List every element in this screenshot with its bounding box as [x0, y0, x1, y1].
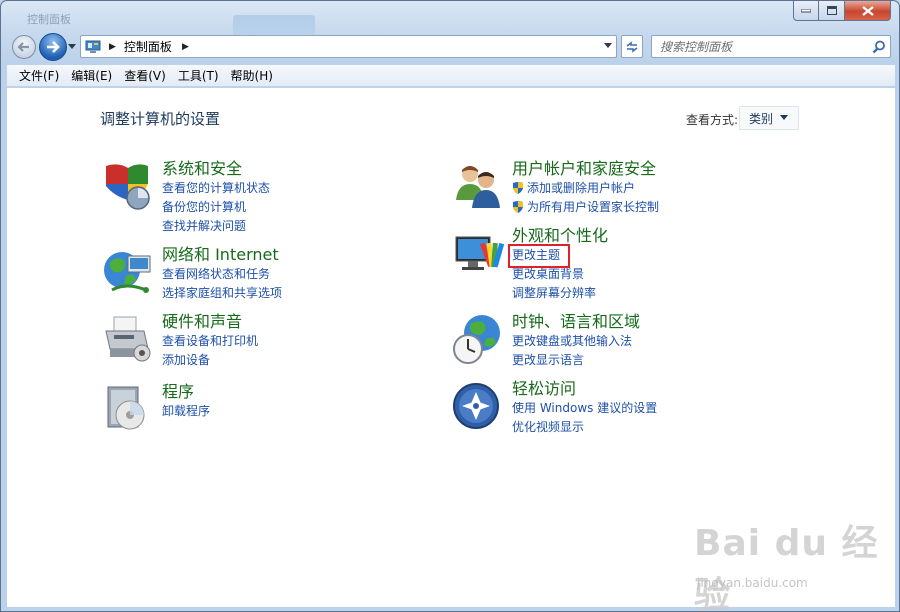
breadcrumb-separator-icon[interactable]: ▶ — [182, 42, 189, 52]
category-title-link[interactable]: 轻松访问 — [512, 379, 812, 399]
menu-file[interactable]: 文件(F) — [13, 65, 65, 87]
link-change-keyboard-input[interactable]: 更改键盘或其他输入法 — [512, 332, 812, 351]
search-icon[interactable] — [872, 40, 886, 54]
address-bar[interactable]: ▶ 控制面板 ▶ — [80, 35, 617, 58]
page-title: 调整计算机的设置 — [100, 110, 221, 128]
category-body: 时钟、语言和区域 更改键盘或其他输入法 更改显示语言 — [512, 312, 812, 370]
menu-help[interactable]: 帮助(H) — [225, 65, 279, 87]
category-title-link[interactable]: 时钟、语言和区域 — [512, 312, 812, 332]
link-uninstall-program[interactable]: 卸载程序 — [162, 402, 462, 421]
display-palette-icon — [455, 236, 504, 270]
link-add-device[interactable]: 添加设备 — [162, 351, 462, 370]
refresh-button[interactable] — [621, 35, 643, 58]
menu-view[interactable]: 查看(V) — [118, 65, 172, 87]
minimize-button[interactable] — [793, 1, 819, 21]
users-icon — [456, 166, 500, 208]
category-body: 网络和 Internet 查看网络状态和任务 选择家庭组和共享选项 — [162, 245, 462, 303]
category-title-link[interactable]: 网络和 Internet — [162, 245, 462, 265]
shield-icon — [106, 164, 150, 210]
link-view-computer-status[interactable]: 查看您的计算机状态 — [162, 179, 462, 198]
network-globe-icon — [104, 252, 151, 293]
category-title-link[interactable]: 外观和个性化 — [512, 226, 812, 246]
category-body: 程序 卸载程序 — [162, 382, 462, 421]
menu-tools[interactable]: 工具(T) — [172, 65, 225, 87]
window-title: 控制面板 — [27, 13, 71, 26]
link-label: 添加或删除用户帐户 — [527, 181, 636, 195]
category-title-link[interactable]: 系统和安全 — [162, 159, 462, 179]
accessibility-icon — [453, 383, 499, 429]
category-title-link[interactable]: 用户帐户和家庭安全 — [512, 159, 812, 179]
chevron-down-icon — [780, 115, 788, 120]
link-parental-controls[interactable]: 为所有用户设置家长控制 — [512, 198, 812, 217]
uac-shield-icon — [513, 182, 523, 194]
menu-edit[interactable]: 编辑(E) — [65, 65, 118, 87]
close-icon — [861, 5, 874, 16]
back-button[interactable] — [12, 35, 36, 59]
search-box[interactable] — [651, 35, 891, 58]
category-body: 系统和安全 查看您的计算机状态 备份您的计算机 查找并解决问题 — [162, 159, 462, 236]
view-by-label: 查看方式: — [686, 113, 739, 127]
watermark-url: jingyan.baidu.com — [697, 576, 808, 590]
link-network-status[interactable]: 查看网络状态和任务 — [162, 265, 462, 284]
forward-arrow-icon — [47, 41, 60, 53]
clock-globe-icon — [453, 315, 500, 364]
breadcrumb-separator-icon[interactable]: ▶ — [109, 42, 116, 52]
link-add-remove-user[interactable]: 添加或删除用户帐户 — [512, 179, 812, 198]
maximize-icon — [826, 6, 837, 15]
control-panel-window: 控制面板 ▶ 控制面板 ▶ 搜索控制面板 文件(F) 编辑(E) 查看(V) 工… — [0, 0, 900, 612]
link-adjust-resolution[interactable]: 调整屏幕分辨率 — [512, 284, 812, 303]
minimize-icon — [801, 8, 811, 12]
view-by-value: 类别 — [749, 111, 774, 126]
link-windows-recommended-settings[interactable]: 使用 Windows 建议的设置 — [512, 399, 812, 418]
link-troubleshoot[interactable]: 查找并解决问题 — [162, 217, 462, 236]
category-title-link[interactable]: 硬件和声音 — [162, 312, 462, 332]
programs-disc-icon — [107, 386, 145, 430]
category-title-link[interactable]: 程序 — [162, 382, 462, 402]
back-arrow-icon — [17, 42, 29, 52]
link-backup-computer[interactable]: 备份您的计算机 — [162, 198, 462, 217]
search-input[interactable] — [660, 39, 870, 54]
control-panel-icon — [85, 40, 101, 53]
address-history-dropdown-icon[interactable] — [604, 43, 612, 49]
refresh-icon — [626, 40, 638, 53]
link-devices-printers[interactable]: 查看设备和打印机 — [162, 332, 462, 351]
link-change-display-language[interactable]: 更改显示语言 — [512, 351, 812, 370]
printer-icon — [105, 316, 151, 362]
view-by-dropdown[interactable]: 类别 — [739, 106, 799, 130]
category-body: 用户帐户和家庭安全 添加或删除用户帐户 为所有用户设置家长控制 — [512, 159, 812, 217]
baidu-jingyan-watermark: Bai du 经验 — [694, 523, 879, 612]
caption-buttons — [793, 1, 891, 21]
close-button[interactable] — [845, 1, 891, 21]
link-label: 为所有用户设置家长控制 — [527, 200, 660, 214]
breadcrumb-control-panel[interactable]: 控制面板 — [124, 38, 172, 55]
uac-shield-icon — [513, 201, 523, 213]
forward-button[interactable] — [39, 33, 67, 61]
link-homegroup-sharing[interactable]: 选择家庭组和共享选项 — [162, 284, 462, 303]
category-body: 硬件和声音 查看设备和打印机 添加设备 — [162, 312, 462, 370]
link-optimize-video-display[interactable]: 优化视频显示 — [512, 418, 812, 437]
recent-pages-dropdown-icon[interactable] — [68, 44, 76, 50]
menu-bar: 文件(F) 编辑(E) 查看(V) 工具(T) 帮助(H) — [7, 65, 895, 87]
category-body: 轻松访问 使用 Windows 建议的设置 优化视频显示 — [512, 379, 812, 437]
maximize-button[interactable] — [819, 1, 845, 21]
highlight-box — [508, 244, 570, 268]
